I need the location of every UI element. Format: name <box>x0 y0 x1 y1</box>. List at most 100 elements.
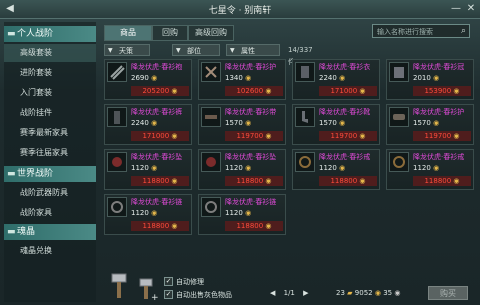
dropdown-arrow-icon: ▼ <box>230 47 235 54</box>
coin-icon: ◉ <box>151 209 158 217</box>
item-price: 205200 ◉ <box>131 86 189 96</box>
tab-goods[interactable]: 商品 <box>104 25 152 41</box>
item-thumbnail[interactable] <box>201 107 221 127</box>
item-card[interactable]: 降龙伏虎·春衫护 1340 ◉ 102600 ◉ <box>198 59 286 100</box>
search-icon[interactable]: ⌕ <box>461 26 466 36</box>
item-name: 降龙伏虎·春衫戒 <box>413 153 465 161</box>
sidebar-item-starter-set[interactable]: 入门套装 <box>4 84 96 102</box>
item-card[interactable]: 降龙伏虎·春衫靴 1570 ◉ 119700 ◉ <box>292 104 380 145</box>
attribute-dropdown[interactable]: ▼ 属性 <box>226 44 280 56</box>
coin-icon: ◉ <box>151 119 158 127</box>
item-card[interactable]: 降龙伏虎·春衫袍 2690 ◉ 205200 ◉ <box>104 59 192 100</box>
item-price: 118800 ◉ <box>413 176 471 186</box>
sidebar: ▬个人战阶 高级套装 进阶套装 入门套装 战阶挂件 赛季最新家具 赛季往届家具 … <box>4 22 96 302</box>
coin-icon: ◉ <box>339 119 346 127</box>
section-header-soul-crystal[interactable]: ▬魂晶 <box>4 224 96 240</box>
search-input[interactable]: 输入名称进行搜索 ⌕ <box>372 24 470 38</box>
item-card[interactable]: 降龙伏虎·春衫裤 2240 ◉ 171000 ◉ <box>104 104 192 145</box>
sidebar-item-advanced-set[interactable]: 高级套装 <box>4 44 96 62</box>
main-panel: 商品 回购 高级回购 输入名称进行搜索 ⌕ ▼ 天策 ▼ 部位 ▼ 属性 14/337… <box>100 22 476 284</box>
item-card[interactable]: 降龙伏虎·春衫带 1570 ◉ 119700 ◉ <box>198 104 286 145</box>
item-card[interactable]: 降龙伏虎·春衫链 1120 ◉ 118800 ◉ <box>198 194 286 235</box>
item-thumbnail[interactable] <box>389 107 409 127</box>
part-dropdown[interactable]: ▼ 部位 <box>172 44 220 56</box>
item-thumbnail[interactable] <box>107 107 127 127</box>
item-name: 降龙伏虎·春衫坠 <box>131 153 183 161</box>
currency-gold: 23 ▰ 9052 ◉ 35 ◉ <box>336 289 401 297</box>
coin-icon: ◉ <box>453 87 460 95</box>
item-quantity: 1120 ◉ <box>131 164 158 172</box>
item-thumbnail[interactable] <box>107 197 127 217</box>
item-card[interactable]: 降龙伏虎·春衫坠 1120 ◉ 118800 ◉ <box>198 149 286 190</box>
prev-page-icon[interactable]: ◀ <box>270 289 275 297</box>
tab-buyback[interactable]: 回购 <box>152 25 188 41</box>
sidebar-item-pendant[interactable]: 战阶挂件 <box>4 104 96 122</box>
item-card[interactable]: 降龙伏虎·春衫戒 1120 ◉ 118800 ◉ <box>292 149 380 190</box>
item-icon <box>302 111 308 123</box>
item-card[interactable]: 降龙伏虎·春衫冠 2010 ◉ 153900 ◉ <box>386 59 474 100</box>
item-name: 降龙伏虎·春衫袍 <box>131 63 183 71</box>
item-price: 171000 ◉ <box>131 131 189 141</box>
window-title: 七星令 · 别南轩 <box>208 6 272 16</box>
sidebar-item-progress-set[interactable]: 进阶套装 <box>4 64 96 82</box>
item-thumbnail[interactable] <box>201 62 221 82</box>
item-quantity: 1570 ◉ <box>225 119 252 127</box>
item-thumbnail[interactable] <box>295 152 315 172</box>
buy-button[interactable]: 购买 <box>428 286 468 300</box>
sidebar-item-world-furniture[interactable]: 战阶家具 <box>4 204 96 222</box>
item-thumbnail[interactable] <box>295 107 315 127</box>
sidebar-item-weapons-armor[interactable]: 战阶武器防具 <box>4 184 96 202</box>
item-thumbnail[interactable] <box>107 152 127 172</box>
item-quantity: 1120 ◉ <box>225 209 252 217</box>
sidebar-item-season-new-furniture[interactable]: 赛季最新家具 <box>4 124 96 142</box>
item-card[interactable]: 降龙伏虎·春衫戒 1120 ◉ 118800 ◉ <box>386 149 474 190</box>
coin-icon: ◉ <box>171 132 178 140</box>
close-icon[interactable]: ✕ <box>465 3 477 15</box>
item-icon <box>205 201 217 213</box>
sidebar-item-season-past-furniture[interactable]: 赛季往届家具 <box>4 144 96 162</box>
item-thumbnail[interactable] <box>107 62 127 82</box>
item-price: 118800 ◉ <box>225 176 283 186</box>
coin-icon: ◉ <box>245 119 252 127</box>
item-quantity: 2240 ◉ <box>319 74 346 82</box>
item-thumbnail[interactable] <box>295 62 315 82</box>
minimize-icon[interactable]: — <box>450 3 462 15</box>
section-header-world[interactable]: ▬世界战阶 <box>4 166 96 182</box>
item-icon <box>205 115 217 119</box>
tab-advanced-buyback[interactable]: 高级回购 <box>188 25 234 41</box>
dropdown-arrow-icon: ▼ <box>176 47 181 54</box>
dropdown-arrow-icon: ▼ <box>108 47 113 54</box>
item-card[interactable]: 降龙伏虎·春衫坠 1120 ◉ 118800 ◉ <box>104 149 192 190</box>
item-icon <box>111 201 123 213</box>
coin-icon: ◉ <box>359 132 366 140</box>
item-card[interactable]: 降龙伏虎·春衫链 1120 ◉ 118800 ◉ <box>104 194 192 235</box>
auto-sell-checkbox[interactable]: ✓ <box>164 290 173 299</box>
item-thumbnail[interactable] <box>389 62 409 82</box>
item-thumbnail[interactable] <box>389 152 409 172</box>
item-price: 171000 ◉ <box>319 86 377 96</box>
auto-repair-label: 自动修理 <box>176 278 204 286</box>
item-card[interactable]: 降龙伏虎·春衫护 1570 ◉ 119700 ◉ <box>386 104 474 145</box>
item-thumbnail[interactable] <box>201 197 221 217</box>
item-name: 降龙伏虎·春衫衣 <box>319 63 371 71</box>
sidebar-item-soul-exchange[interactable]: 魂晶兑换 <box>4 242 96 260</box>
section-header-personal[interactable]: ▬个人战阶 <box>4 26 96 42</box>
coin-icon: ◉ <box>339 164 346 172</box>
item-price: 119700 ◉ <box>225 131 283 141</box>
item-quantity: 1120 ◉ <box>131 209 158 217</box>
auto-sell-label: 自动出售灰色物品 <box>176 291 232 299</box>
coin-icon: ◉ <box>339 74 346 82</box>
collapse-icon: ▬ <box>7 227 16 237</box>
coin-icon: ◉ <box>374 289 381 297</box>
item-card[interactable]: 降龙伏虎·春衫衣 2240 ◉ 171000 ◉ <box>292 59 380 100</box>
category-dropdown[interactable]: ▼ 天策 <box>104 44 150 56</box>
item-name: 降龙伏虎·春衫带 <box>225 108 277 116</box>
gold-ingot-icon: ▰ <box>347 289 353 297</box>
item-thumbnail[interactable] <box>201 152 221 172</box>
auto-repair-checkbox[interactable]: ✓ <box>164 277 173 286</box>
next-page-icon[interactable]: ▶ <box>303 289 308 297</box>
item-quantity: 2010 ◉ <box>413 74 440 82</box>
hammer-plus-icon[interactable]: + <box>134 276 160 302</box>
coin-icon: ◉ <box>265 222 272 230</box>
hammer-icon[interactable] <box>104 270 134 300</box>
